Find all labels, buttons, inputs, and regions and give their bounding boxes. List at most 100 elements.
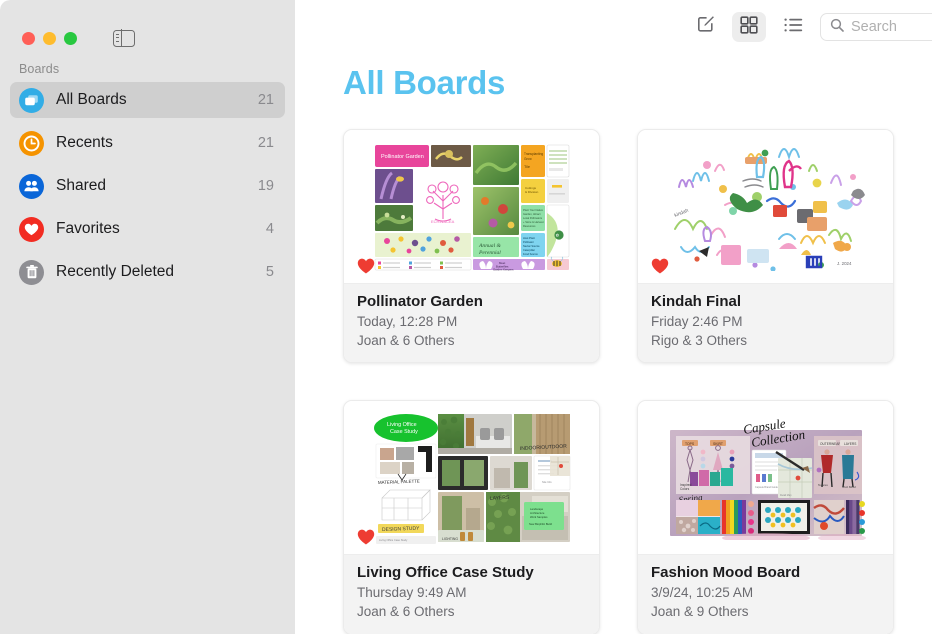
board-people: Joan & 6 Others: [357, 333, 455, 349]
living-office-collage-icon: Living Office Case Study MATERIAL PALETT…: [371, 411, 572, 544]
sidebar-item-count: 21: [257, 135, 274, 151]
window-controls: [0, 0, 295, 54]
svg-text:Case Study: Case Study: [390, 429, 418, 435]
svg-text:Nectar Source: Nectar Source: [523, 244, 540, 248]
svg-text:+ Store & Harvest: + Store & Harvest: [523, 220, 544, 224]
svg-text:Transplanting: Transplanting: [524, 152, 543, 156]
svg-text:Perennial: Perennial: [478, 250, 501, 256]
sidebar-item-favorites[interactable]: Favorites 4: [10, 211, 285, 247]
favorite-heart-icon[interactable]: [651, 258, 669, 274]
sidebar-section-header: Boards: [19, 62, 60, 76]
clock-icon: [19, 130, 44, 156]
board-title: Kindah Final: [651, 293, 741, 310]
board-people: Rigo & 3 Others: [651, 333, 748, 349]
sidebar-item-all-boards[interactable]: All Boards 21: [10, 82, 285, 118]
sidebar-list: All Boards 21 Recents 21 Shared 19 Favor…: [0, 82, 295, 290]
svg-text:Wool Blend: Wool Blend: [842, 485, 856, 489]
zoom-button[interactable]: [64, 31, 77, 45]
board-info: Fashion Mood Board 3/9/24, 10:25 AM Joan…: [638, 554, 893, 634]
grid-view-icon: [740, 15, 758, 39]
list-view-icon: [783, 17, 803, 38]
board-info: Pollinator Garden Today, 12:28 PM Joan &…: [344, 283, 599, 363]
heart-icon: [19, 216, 44, 242]
people-icon: [19, 173, 44, 199]
svg-text:Site Info: Site Info: [542, 480, 552, 484]
board-date: Thursday 9:49 AM: [357, 585, 467, 601]
svg-text:Pollinator: Pollinator: [523, 240, 534, 244]
board-card[interactable]: Pollinator Garden ECHINACEA Transplantin…: [343, 129, 600, 364]
svg-text:Host Plant: Host Plant: [523, 236, 535, 240]
board-thumbnail: kindah J. 2024: [638, 130, 893, 283]
compose-button[interactable]: [688, 12, 722, 42]
svg-text:Tile: Tile: [524, 165, 530, 169]
board-title: Fashion Mood Board: [651, 564, 801, 582]
favorite-heart-icon[interactable]: [357, 258, 375, 274]
svg-text:Resources: Resources: [523, 224, 536, 228]
svg-text:Food Source: Food Source: [523, 252, 538, 256]
trash-icon: [19, 259, 44, 285]
board-thumbnail: Pollinator Garden ECHINACEA Transplantin…: [344, 130, 599, 283]
board-thumbnail: Living Office Case Study MATERIAL PALETT…: [344, 401, 599, 555]
sidebar-item-label: Favorites: [56, 220, 120, 237]
page-title: All Boards: [343, 64, 506, 101]
svg-text:Living Office: Living Office: [387, 422, 417, 428]
sidebar-item-recently-deleted[interactable]: Recently Deleted 5: [10, 254, 285, 290]
svg-text:OUTERWEAR: OUTERWEAR: [820, 442, 841, 446]
svg-text:Living Office Case Study: Living Office Case Study: [379, 538, 408, 542]
board-card[interactable]: kindah J. 2024 Kindah Final Friday 2:46 …: [637, 129, 894, 364]
sidebar-item-count: 4: [265, 221, 274, 237]
sidebar-item-label: Recents: [56, 134, 113, 151]
sidebar-item-label: Recently Deleted: [56, 263, 175, 280]
svg-text:Local Pollinators: Local Pollinators: [523, 216, 543, 220]
svg-text:Garden Keepers: Garden Keepers: [493, 267, 514, 271]
svg-text:& Division: & Division: [525, 190, 539, 194]
fashion-mood-board-collage-icon: TOPS SKIRT Inspired Colors Spring Capsul…: [665, 415, 866, 540]
boards-grid: Pollinator Garden ECHINACEA Transplantin…: [295, 102, 932, 634]
grid-view-button[interactable]: [732, 12, 766, 42]
svg-text:Retail Map: Retail Map: [780, 494, 792, 497]
board-date: Friday 2:46 PM: [651, 314, 743, 329]
board-title: Pollinator Garden: [357, 293, 483, 310]
svg-text:Grow: Grow: [524, 157, 532, 161]
svg-text:Colors: Colors: [680, 487, 690, 491]
favorite-heart-icon[interactable]: [357, 529, 375, 545]
sidebar: Boards All Boards 21 Recents 21 Shared 1…: [0, 0, 295, 634]
svg-text:Annual &: Annual &: [478, 243, 502, 249]
svg-text:ECHINACEA: ECHINACEA: [431, 219, 455, 224]
compose-icon: [696, 15, 715, 39]
kindah-final-doodles-icon: kindah J. 2024: [660, 142, 871, 271]
sidebar-item-count: 5: [265, 264, 274, 280]
svg-text:Caterpillar: Caterpillar: [523, 248, 535, 252]
svg-text:Plant Your Native: Plant Your Native: [523, 208, 543, 212]
sidebar-item-recents[interactable]: Recents 21: [10, 125, 285, 161]
board-people: Joan & 9 Others: [651, 604, 749, 620]
svg-text:Pollinator Garden: Pollinator Garden: [381, 154, 424, 160]
board-card[interactable]: TOPS SKIRT Inspired Colors Spring Capsul…: [637, 400, 894, 634]
svg-text:LIGHTING: LIGHTING: [442, 537, 458, 541]
search-icon: [830, 18, 844, 37]
board-card[interactable]: Living Office Case Study MATERIAL PALETT…: [343, 400, 600, 634]
minimize-button[interactable]: [43, 31, 56, 45]
app-window: Boards All Boards 21 Recents 21 Shared 1…: [0, 0, 932, 634]
board-thumbnail: TOPS SKIRT Inspired Colors Spring Capsul…: [638, 401, 893, 555]
sidebar-item-count: 19: [257, 178, 274, 194]
list-view-button[interactable]: [776, 12, 810, 42]
close-button[interactable]: [22, 31, 35, 45]
main-content: Search All Boards Pollinator Garden ECHI…: [295, 0, 932, 634]
sidebar-item-label: All Boards: [56, 91, 127, 108]
board-date: 3/9/24, 10:25 AM: [651, 585, 754, 601]
svg-text:Textures: Textures: [818, 483, 829, 487]
boards-stack-icon: [19, 87, 44, 113]
sidebar-toggle-icon[interactable]: [113, 28, 135, 48]
search-field[interactable]: Search: [820, 13, 932, 41]
svg-text:Architecture: Architecture: [530, 511, 545, 515]
sidebar-item-shared[interactable]: Shared 19: [10, 168, 285, 204]
board-title: Living Office Case Study: [357, 564, 534, 582]
svg-text:LAYERS: LAYERS: [844, 442, 856, 446]
svg-text:Work Samples: Work Samples: [530, 515, 548, 519]
toolbar: Search: [295, 0, 932, 54]
svg-text:J. 2024: J. 2024: [837, 261, 852, 266]
board-info: Kindah Final Friday 2:46 PM Rigo & 3 Oth…: [638, 283, 893, 363]
pollinator-garden-collage-icon: Pollinator Garden ECHINACEA Transplantin…: [372, 142, 571, 271]
search-input[interactable]: Search: [851, 19, 897, 35]
